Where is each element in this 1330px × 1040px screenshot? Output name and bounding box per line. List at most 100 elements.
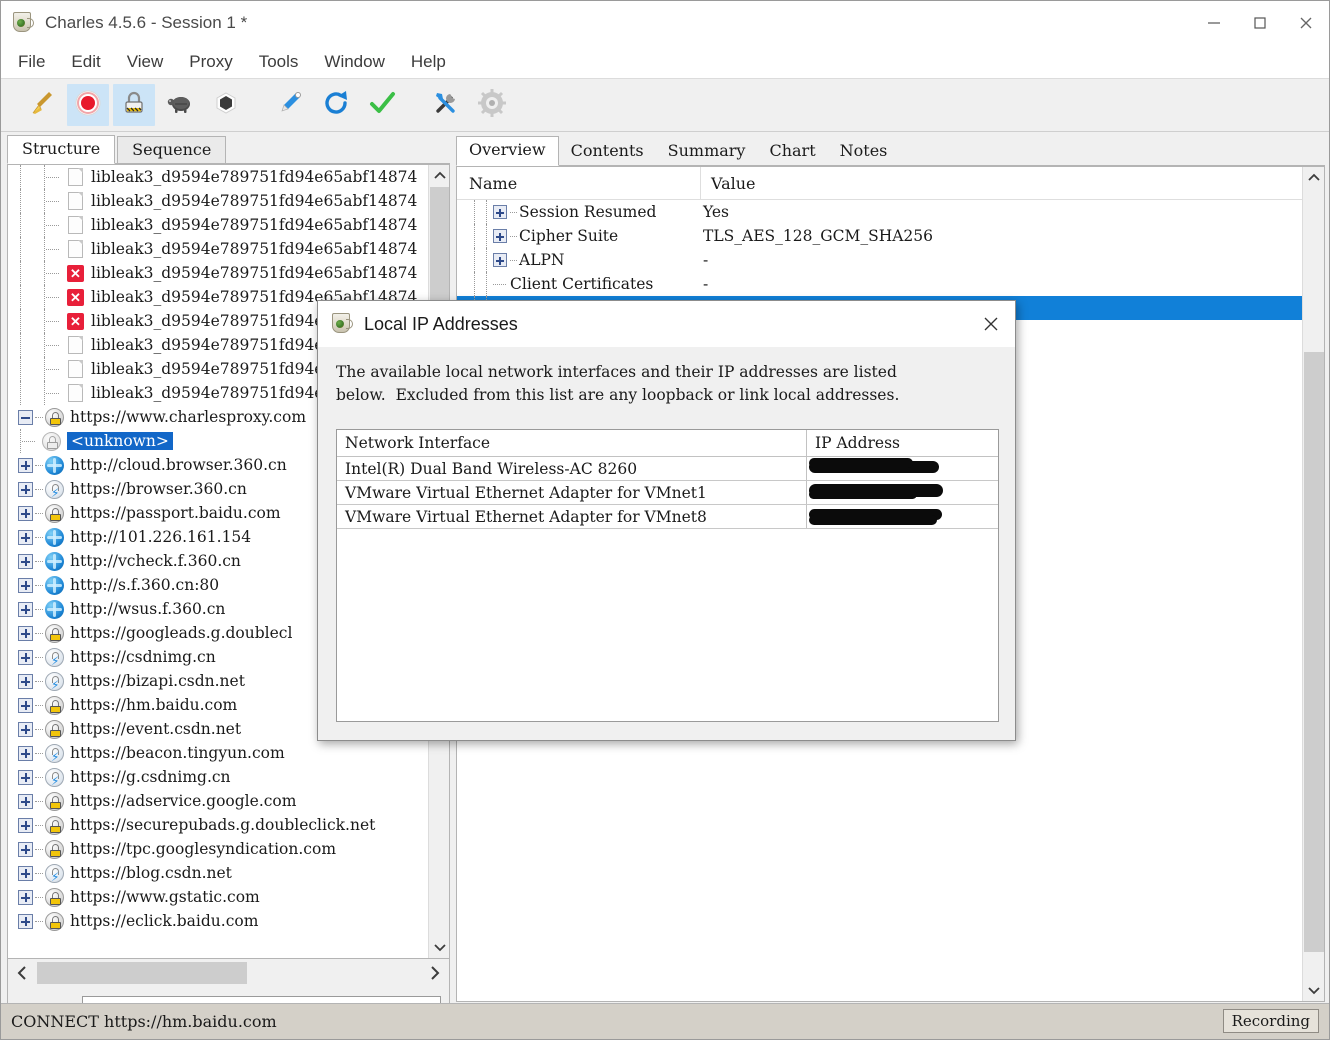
menu-tools[interactable]: Tools [248,50,310,74]
tab-overview[interactable]: Overview [456,136,559,166]
tab-sequence[interactable]: Sequence [117,136,227,163]
expand-icon[interactable] [18,625,33,641]
scroll-left-icon[interactable] [8,959,36,987]
tab-summary[interactable]: Summary [656,138,758,165]
collapse-icon[interactable] [18,409,33,425]
tree-item[interactable]: https://www.gstatic.com [8,885,430,909]
tree-item[interactable]: libleak3_d9594e789751fd94e65abf14874 [8,237,430,261]
expand-icon[interactable] [18,673,33,689]
expand-icon[interactable] [493,253,507,267]
breakpoints-button[interactable] [205,84,247,126]
tree-guide [481,248,493,272]
menu-window[interactable]: Window [313,50,395,74]
expand-icon[interactable] [18,721,33,737]
scroll-right-icon[interactable] [421,959,449,987]
tree-item[interactable]: https://eclick.baidu.com [8,909,430,933]
tab-structure[interactable]: Structure [7,135,116,164]
tree-item[interactable]: ✕ libleak3_d9594e789751fd94e65abf14874 [8,261,430,285]
tab-notes[interactable]: Notes [828,138,900,165]
validate-button[interactable] [361,84,403,126]
expand-icon[interactable] [18,505,33,521]
expand-icon[interactable] [18,841,33,857]
overview-row[interactable]: ALPN - [457,248,1303,272]
h-scroll-track[interactable] [36,959,421,987]
overview-row[interactable]: Cipher Suite TLS_AES_128_GCM_SHA256 [457,224,1303,248]
expand-icon[interactable] [493,205,507,219]
tree-item-label: https://www.charlesproxy.com [70,408,307,426]
tools-button[interactable] [425,84,467,126]
tree-horizontal-scrollbar[interactable] [7,959,450,987]
menu-proxy[interactable]: Proxy [178,50,243,74]
expand-icon[interactable] [18,529,33,545]
expand-icon[interactable] [18,745,33,761]
status-bar: CONNECT https://hm.baidu.com Recording [1,1003,1329,1039]
tree-item[interactable]: https://tpc.googlesyndication.com [8,837,430,861]
clear-session-button[interactable] [21,84,63,126]
expand-icon[interactable] [18,793,33,809]
tree-guide [481,200,493,224]
scrollbar-thumb[interactable] [430,187,449,315]
close-button[interactable] [1283,1,1329,45]
table-row[interactable]: VMware Virtual Ethernet Adapter for VMne… [337,481,998,505]
tree-item[interactable]: https://adservice.google.com [8,789,430,813]
repeat-button[interactable] [315,84,357,126]
overview-row[interactable]: Client Certificates - [457,272,1303,296]
expand-icon[interactable] [18,457,33,473]
tree-item[interactable]: https://blog.csdn.net [8,861,430,885]
expand-icon[interactable] [18,577,33,593]
record-button[interactable] [67,84,109,126]
dialog-close-button[interactable] [967,301,1015,347]
tree-item[interactable]: https://g.csdnimg.cn [8,765,430,789]
menu-view[interactable]: View [116,50,175,74]
overview-vertical-scrollbar[interactable] [1302,167,1324,1001]
table-row[interactable]: VMware Virtual Ethernet Adapter for VMne… [337,505,998,529]
menu-file[interactable]: File [7,50,56,74]
status-badge[interactable]: Recording [1222,1009,1319,1033]
expand-icon[interactable] [18,769,33,785]
ip-address-table[interactable]: Network Interface IP Address Intel(R) Du… [336,429,999,722]
expand-icon[interactable] [18,889,33,905]
ip-address-value [807,505,998,528]
maximize-button[interactable] [1237,1,1283,45]
compose-button[interactable] [269,84,311,126]
tree-item[interactable]: libleak3_d9594e789751fd94e65abf14874 [8,165,430,189]
dialog-title: Local IP Addresses [364,313,518,334]
throttling-button[interactable] [159,84,201,126]
tab-chart[interactable]: Chart [757,138,827,165]
expand-icon[interactable] [18,649,33,665]
left-tab-bar: Structure Sequence [7,135,450,164]
network-interface-name: Intel(R) Dual Band Wireless-AC 8260 [337,457,807,480]
scroll-up-icon[interactable] [1303,167,1324,189]
menu-help[interactable]: Help [400,50,457,74]
expand-icon[interactable] [18,553,33,569]
h-scrollbar-thumb[interactable] [37,962,247,984]
tree-item[interactable]: libleak3_d9594e789751fd94e65abf14874 [8,189,430,213]
overview-row-value: - [703,251,709,269]
settings-button[interactable] [471,84,513,126]
overview-row[interactable]: Session Resumed Yes [457,200,1303,224]
ssl-proxying-button[interactable] [113,84,155,126]
minimize-button[interactable] [1191,1,1237,45]
expand-icon[interactable] [18,481,33,497]
tree-connector [35,800,43,802]
tree-item[interactable]: libleak3_d9594e789751fd94e65abf14874 [8,213,430,237]
scroll-down-icon[interactable] [429,936,449,958]
expand-icon[interactable] [493,229,507,243]
scroll-up-icon[interactable] [429,165,449,187]
scrollbar-thumb[interactable] [1304,352,1324,952]
scroll-down-icon[interactable] [1303,979,1324,1001]
expand-icon[interactable] [18,817,33,833]
tree-item[interactable]: https://securepubads.g.doubleclick.net [8,813,430,837]
tree-connector [35,632,43,634]
lock-bolt-icon [45,767,65,787]
expand-icon[interactable] [18,601,33,617]
expand-icon[interactable] [18,865,33,881]
expand-icon[interactable] [18,697,33,713]
tree-item-label: libleak3_d9594e789751fd94e65abf14874 [91,168,430,186]
tree-connector [35,824,43,826]
menu-edit[interactable]: Edit [60,50,111,74]
table-row[interactable]: Intel(R) Dual Band Wireless-AC 8260 [337,457,998,481]
expand-icon[interactable] [18,913,33,929]
tab-contents[interactable]: Contents [559,138,656,165]
tree-item[interactable]: https://beacon.tingyun.com [8,741,430,765]
